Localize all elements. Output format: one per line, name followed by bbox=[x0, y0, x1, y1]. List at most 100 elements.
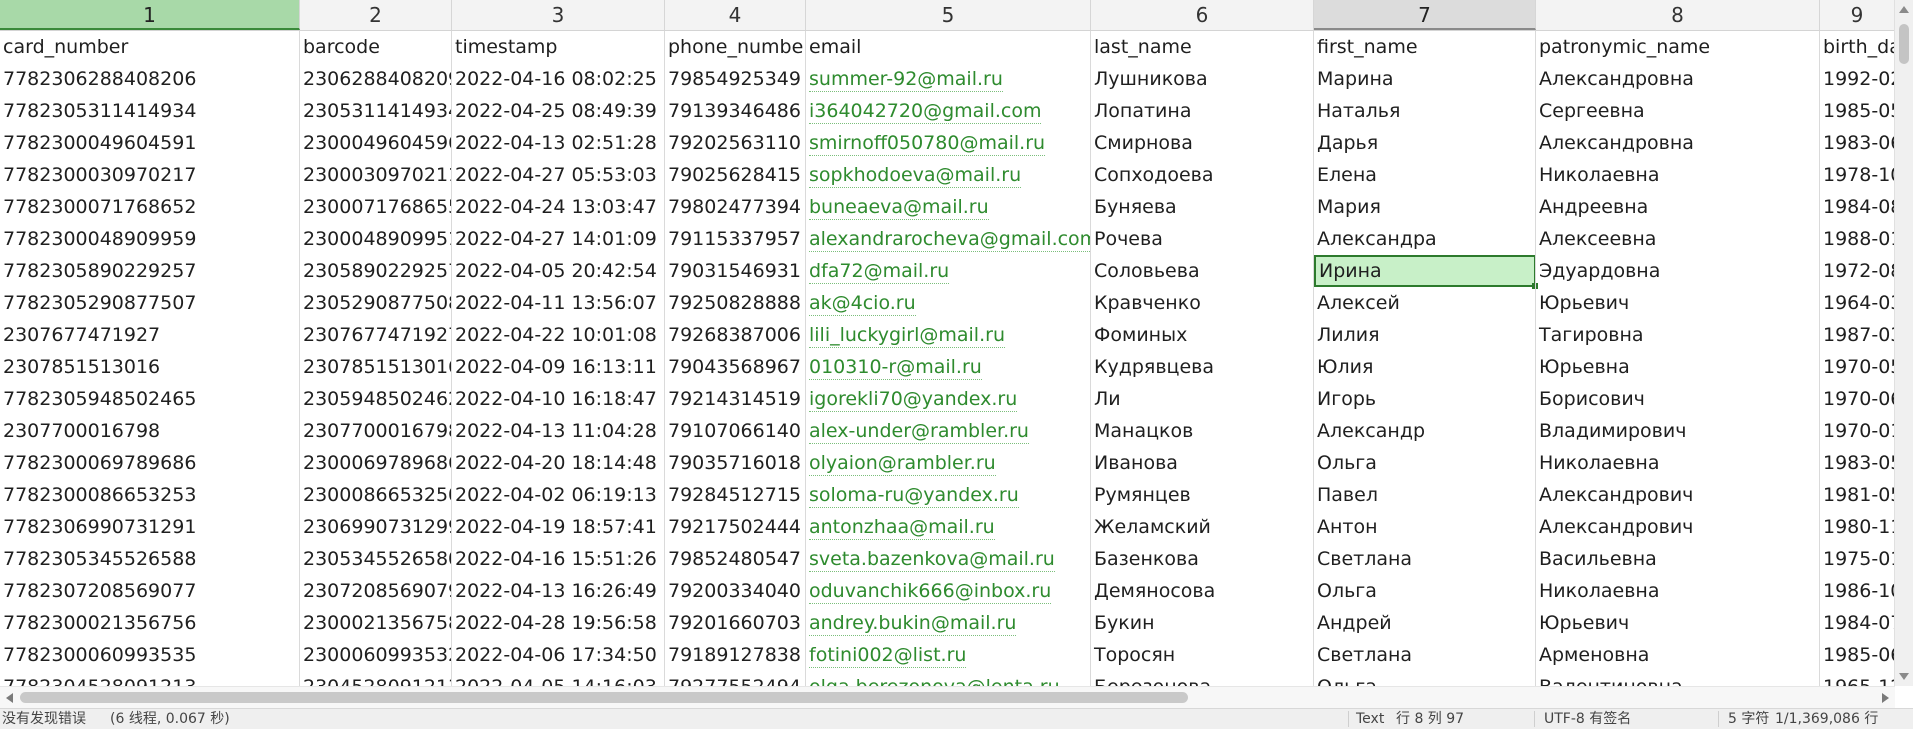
data-cell[interactable]: 2300086653250 bbox=[300, 479, 452, 511]
data-cell[interactable]: Антон bbox=[1314, 511, 1536, 543]
data-cell[interactable]: Елена bbox=[1314, 159, 1536, 191]
selected-cell[interactable]: Ирина bbox=[1314, 255, 1536, 287]
data-cell[interactable]: 2022-04-09 16:13:11 bbox=[452, 351, 665, 383]
data-cell[interactable]: 1964-03 bbox=[1820, 287, 1895, 319]
data-cell[interactable]: 2307677471927 bbox=[300, 319, 452, 351]
data-cell[interactable]: Александрович bbox=[1536, 479, 1820, 511]
data-cell[interactable]: Николаевна bbox=[1536, 447, 1820, 479]
data-cell[interactable]: Светлана bbox=[1314, 639, 1536, 671]
data-cell[interactable]: 2306288408209 bbox=[300, 63, 452, 95]
data-cell[interactable]: Лилия bbox=[1314, 319, 1536, 351]
column-header-7[interactable]: 7 bbox=[1314, 0, 1536, 30]
data-cell[interactable]: 2022-04-16 15:51:26 bbox=[452, 543, 665, 575]
data-cell[interactable]: Александр bbox=[1314, 415, 1536, 447]
data-cell[interactable]: 2022-04-28 19:56:58 bbox=[452, 607, 665, 639]
data-cell[interactable]: 79200334040 bbox=[665, 575, 806, 607]
scroll-up-arrow-icon[interactable] bbox=[1899, 6, 1909, 13]
data-cell[interactable]: 7782307208569077 bbox=[0, 575, 300, 607]
data-cell[interactable]: 7782306990731291 bbox=[0, 511, 300, 543]
data-cell[interactable]: 79139346486 bbox=[665, 95, 806, 127]
horizontal-scrollbar[interactable] bbox=[0, 686, 1895, 709]
email-link[interactable]: smirnoff050780@mail.ru bbox=[809, 132, 1046, 156]
email-cell[interactable]: andrey.bukin@mail.ru bbox=[806, 607, 1091, 639]
email-link[interactable]: alex-under@rambler.ru bbox=[809, 420, 1029, 444]
data-cell[interactable]: 7782305948502465 bbox=[0, 383, 300, 415]
data-cell[interactable]: Лопатина bbox=[1091, 95, 1314, 127]
email-cell[interactable]: buneaeva@mail.ru bbox=[806, 191, 1091, 223]
email-cell[interactable]: igorekli70@yandex.ru bbox=[806, 383, 1091, 415]
data-cell[interactable]: 79854925349 bbox=[665, 63, 806, 95]
data-cell[interactable]: Алексей bbox=[1314, 287, 1536, 319]
data-cell[interactable]: 2300021356758 bbox=[300, 607, 452, 639]
email-cell[interactable]: oduvanchik666@inbox.ru bbox=[806, 575, 1091, 607]
data-cell[interactable]: Александровна bbox=[1536, 127, 1820, 159]
vertical-scrollbar[interactable] bbox=[1894, 0, 1913, 686]
data-cell[interactable]: Светлана bbox=[1314, 543, 1536, 575]
data-cell[interactable]: Демяносова bbox=[1091, 575, 1314, 607]
column-header-6[interactable]: 6 bbox=[1091, 0, 1314, 30]
scroll-right-arrow-icon[interactable] bbox=[1882, 693, 1889, 703]
data-cell[interactable]: Желамский bbox=[1091, 511, 1314, 543]
data-cell[interactable]: 2022-04-10 16:18:47 bbox=[452, 383, 665, 415]
data-cell[interactable]: Манацков bbox=[1091, 415, 1314, 447]
data-cell[interactable]: Ольга bbox=[1314, 575, 1536, 607]
data-cell[interactable]: 2305311414934 bbox=[300, 95, 452, 127]
email-link[interactable]: 010310-r@mail.ru bbox=[809, 356, 982, 380]
data-cell[interactable]: Дарья bbox=[1314, 127, 1536, 159]
data-cell[interactable]: 2022-04-06 17:34:50 bbox=[452, 639, 665, 671]
data-cell[interactable]: 2022-04-05 14:16:03 bbox=[452, 671, 665, 686]
data-cell[interactable]: 79025628415 bbox=[665, 159, 806, 191]
data-cell[interactable]: Кравченко bbox=[1091, 287, 1314, 319]
data-cell[interactable]: 1975-01 bbox=[1820, 543, 1895, 575]
data-cell[interactable]: 79201660703 bbox=[665, 607, 806, 639]
data-cell[interactable]: 1984-08 bbox=[1820, 191, 1895, 223]
data-cell[interactable]: Марина bbox=[1314, 63, 1536, 95]
data-cell[interactable]: 2022-04-16 08:02:25 bbox=[452, 63, 665, 95]
data-cell[interactable]: Юлия bbox=[1314, 351, 1536, 383]
data-cell[interactable]: Игорь bbox=[1314, 383, 1536, 415]
data-cell[interactable]: Сергеевна bbox=[1536, 95, 1820, 127]
data-cell[interactable]: 2305948502462 bbox=[300, 383, 452, 415]
data-cell[interactable]: 79802477394 bbox=[665, 191, 806, 223]
field-name-cell[interactable]: email bbox=[806, 31, 1091, 63]
data-cell[interactable]: 79115337957 bbox=[665, 223, 806, 255]
status-encoding[interactable]: UTF-8 有签名 bbox=[1544, 710, 1631, 728]
data-cell[interactable]: Смирнова bbox=[1091, 127, 1314, 159]
scroll-left-arrow-icon[interactable] bbox=[6, 693, 13, 703]
data-cell[interactable]: Юрьевич bbox=[1536, 607, 1820, 639]
column-header-5[interactable]: 5 bbox=[806, 0, 1091, 30]
data-cell[interactable]: 2305290877508 bbox=[300, 287, 452, 319]
email-cell[interactable]: dfa72@mail.ru bbox=[806, 255, 1091, 287]
data-cell[interactable]: Торосян bbox=[1091, 639, 1314, 671]
data-cell[interactable]: 2022-04-24 13:03:47 bbox=[452, 191, 665, 223]
data-cell[interactable]: 2022-04-02 06:19:13 bbox=[452, 479, 665, 511]
data-cell[interactable]: Мария bbox=[1314, 191, 1536, 223]
data-cell[interactable]: 2304528091213 bbox=[300, 671, 452, 686]
email-link[interactable]: buneaeva@mail.ru bbox=[809, 196, 989, 220]
data-cell[interactable]: 2300060993532 bbox=[300, 639, 452, 671]
data-cell[interactable]: 7782300021356756 bbox=[0, 607, 300, 639]
data-cell[interactable]: 79202563110 bbox=[665, 127, 806, 159]
data-cell[interactable]: 1984-07 bbox=[1820, 607, 1895, 639]
data-cell[interactable]: Андрей bbox=[1314, 607, 1536, 639]
email-link[interactable]: oduvanchik666@inbox.ru bbox=[809, 580, 1052, 604]
data-cell[interactable]: 79284512715 bbox=[665, 479, 806, 511]
data-cell[interactable]: 7782300048909959 bbox=[0, 223, 300, 255]
data-cell[interactable]: 79268387006 bbox=[665, 319, 806, 351]
data-cell[interactable]: 79277552494 bbox=[665, 671, 806, 686]
data-cell[interactable]: Базенкова bbox=[1091, 543, 1314, 575]
email-cell[interactable]: soloma-ru@yandex.ru bbox=[806, 479, 1091, 511]
data-cell[interactable]: 1983-06 bbox=[1820, 127, 1895, 159]
data-cell[interactable]: Букин bbox=[1091, 607, 1314, 639]
data-cell[interactable]: 1992-02 bbox=[1820, 63, 1895, 95]
field-name-cell[interactable]: card_number bbox=[0, 31, 300, 63]
data-cell[interactable]: 2022-04-05 20:42:54 bbox=[452, 255, 665, 287]
email-link[interactable]: olyaion@rambler.ru bbox=[809, 452, 996, 476]
data-cell[interactable]: 1970-01 bbox=[1820, 415, 1895, 447]
data-cell[interactable]: 1972-08 bbox=[1820, 255, 1895, 287]
data-cell[interactable]: Александра bbox=[1314, 223, 1536, 255]
data-cell[interactable]: 2307851513016 bbox=[300, 351, 452, 383]
data-cell[interactable]: 1978-10 bbox=[1820, 159, 1895, 191]
email-link[interactable]: soloma-ru@yandex.ru bbox=[809, 484, 1019, 508]
data-cell[interactable]: 2300069789686 bbox=[300, 447, 452, 479]
